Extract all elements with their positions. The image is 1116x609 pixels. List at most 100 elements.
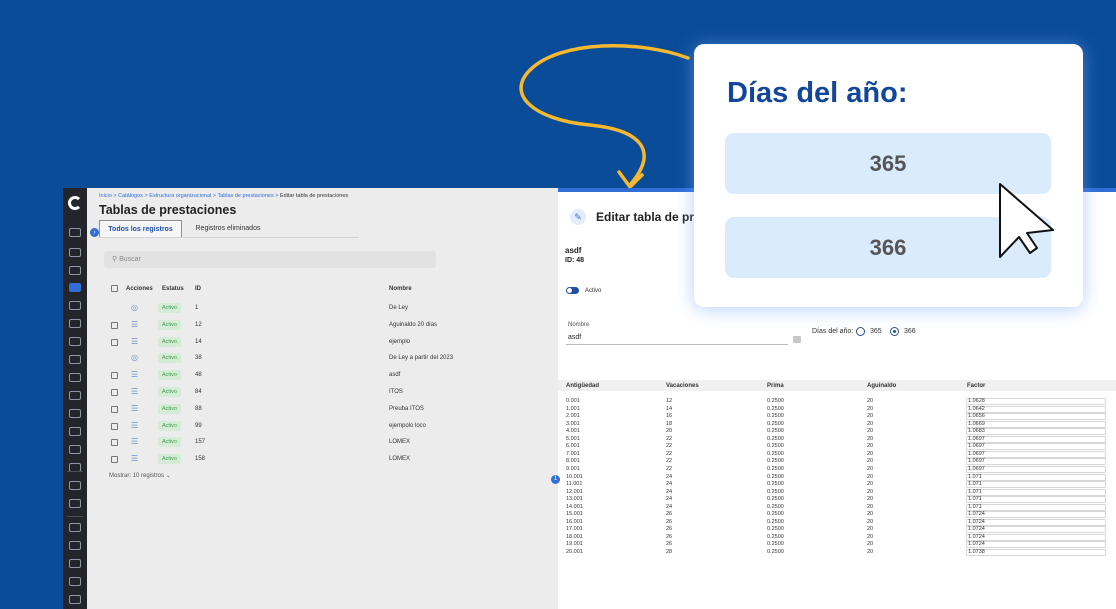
grid-icon[interactable] [69,266,81,275]
play-icon[interactable] [69,409,81,418]
layers-icon[interactable]: ☰ [131,404,140,413]
eye-icon[interactable]: ◎ [131,304,140,312]
row-checkbox[interactable] [111,456,118,464]
eye-icon[interactable]: ◎ [131,354,140,362]
factor-input[interactable] [966,503,1106,511]
breadcrumb-item[interactable]: Catálogos [118,193,143,199]
sliders-icon[interactable] [69,445,81,454]
page-size-select[interactable]: Mostrar: 10 registros ⌄ [109,472,171,479]
status-badge: Activo [158,319,181,330]
row-checkbox[interactable] [111,338,118,346]
factor-input[interactable] [966,413,1106,421]
row-checkbox[interactable] [111,439,118,447]
factor-input[interactable] [966,398,1106,405]
row-checkbox[interactable] [111,405,118,413]
users-icon[interactable] [69,248,81,257]
select-all-checkbox[interactable] [111,285,118,292]
factor-input[interactable] [966,496,1106,504]
tab-all-records[interactable]: Todos los registros [99,220,182,237]
dot-icon[interactable] [69,577,81,586]
clock-icon[interactable] [69,481,81,490]
table-row[interactable]: ◎ Activo 38 De Ley a partir del 2023 [104,351,604,368]
factor-input[interactable] [966,488,1106,496]
layers-icon[interactable]: ☰ [131,438,140,446]
layers-icon[interactable]: ☰ [131,337,140,346]
layers-icon[interactable]: ☰ [131,388,140,396]
factor-input[interactable] [966,420,1106,428]
row-checkbox[interactable] [111,422,118,430]
table-row[interactable]: ☰ Activo 84 ITOS [104,385,604,402]
chart-icon[interactable] [69,373,81,382]
grid-cell: 17.001 [566,526,583,533]
radio-365[interactable] [856,327,865,336]
dash-icon[interactable] [69,559,81,568]
table-row[interactable]: ☰ Activo 14 ejemplo [104,335,604,352]
factor-input[interactable] [966,428,1106,436]
trend-icon[interactable] [69,523,81,532]
factor-input[interactable] [966,473,1106,481]
search-input[interactable]: ⚲ Buscar [104,251,436,268]
keyboard-icon[interactable] [793,336,801,343]
grid-cell: 20 [867,518,874,525]
table-row[interactable]: ◎ Activo 1 De Ley [104,301,604,318]
calendar-icon[interactable] [69,337,81,346]
layers-icon[interactable]: ☰ [131,371,140,379]
grid-column-header: Prima [767,383,784,389]
factor-input[interactable] [966,541,1106,549]
breadcrumb-item[interactable]: Tablas de prestaciones [217,193,273,199]
card-icon[interactable] [69,595,81,604]
factor-input[interactable] [966,481,1106,489]
factor-input[interactable] [966,526,1106,534]
table-row[interactable]: ☰ Activo 99 ejempolo loco [104,419,604,436]
tab-deleted-records[interactable]: Registros eliminados [185,220,271,237]
flow-icon[interactable] [69,427,81,436]
factor-input[interactable] [966,533,1106,541]
factor-input[interactable] [966,511,1106,519]
grid-cell: 9.001 [566,465,580,472]
factor-input[interactable] [966,465,1106,473]
grid-cell: 24 [666,488,673,495]
factor-input[interactable] [966,458,1106,466]
factor-input[interactable] [966,435,1106,443]
list-icon[interactable] [69,301,81,310]
layers-icon[interactable]: ☰ [131,320,140,329]
collapse-sidebar-button[interactable]: › [90,228,99,237]
layers-icon[interactable]: ☰ [131,455,140,463]
breadcrumb-item[interactable]: Estructura organizacional [149,193,211,199]
grid-cell: 22 [666,465,673,472]
row-checkbox[interactable] [111,372,118,380]
row-checkbox[interactable] [111,321,118,329]
grid-cell: 20 [867,473,874,480]
table-row[interactable]: ☰ Activo 88 Preuba ITOS [104,402,604,419]
grid-row: 1.001 14 0.2500 20 1.0642 [558,405,1116,413]
factor-input[interactable] [966,405,1106,413]
table-row[interactable]: ☰ Activo 158 LOMEX [104,452,604,469]
layers-icon[interactable]: ☰ [131,421,140,430]
column-header[interactable]: Nombre [389,286,412,292]
document-icon[interactable] [69,391,81,400]
sort-icon[interactable] [69,319,81,328]
factor-input[interactable] [966,443,1106,451]
active-toggle[interactable] [566,287,579,294]
team-icon[interactable] [69,355,81,364]
home-icon[interactable] [69,228,81,237]
column-header[interactable]: ID [195,286,201,292]
table-row[interactable]: ☰ Activo 12 Aguinaldo 20 días [104,318,604,335]
breadcrumb-item[interactable]: Inicio [99,193,112,199]
factor-input[interactable] [966,518,1106,526]
table-row[interactable]: ☰ Activo 157 LOMEX [104,435,604,452]
factor-input[interactable] [966,450,1106,458]
clipboard-icon[interactable] [69,499,81,508]
column-header[interactable]: Acciones [126,286,153,292]
table-row[interactable]: ☰ Activo 48 asdf [104,368,604,385]
column-header[interactable]: Estatus [162,286,184,292]
factor-input[interactable] [966,549,1106,556]
radio-366[interactable] [890,327,899,336]
org-icon[interactable] [69,283,81,292]
name-field[interactable]: asdf [568,334,581,341]
grid-cell: 1.001 [566,405,580,412]
link-icon[interactable] [69,541,81,550]
row-checkbox[interactable] [111,389,118,396]
status-badge: Activo [158,370,181,381]
notification-badge[interactable]: 1 [551,475,560,484]
